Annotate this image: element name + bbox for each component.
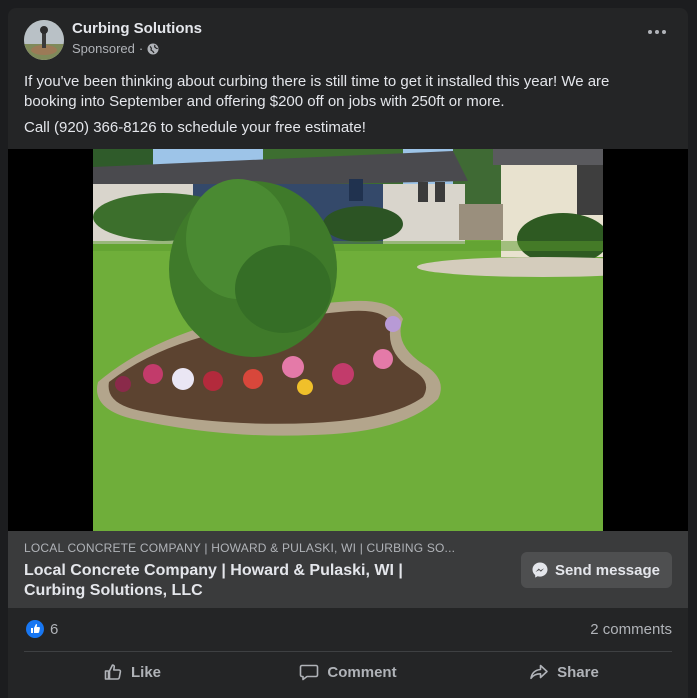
messenger-icon bbox=[531, 561, 549, 579]
post-header: Curbing Solutions Sponsored · bbox=[8, 8, 688, 70]
send-message-label: Send message bbox=[554, 561, 660, 579]
comment-button[interactable]: Comment bbox=[240, 653, 456, 691]
share-icon bbox=[529, 662, 549, 682]
link-title-line-1: Local Concrete Company | Howard & Pulask… bbox=[24, 562, 403, 579]
meta-separator: · bbox=[138, 41, 144, 56]
like-label: Like bbox=[130, 663, 161, 681]
ad-photo[interactable] bbox=[93, 149, 603, 531]
comments-count[interactable]: 2 comments bbox=[590, 621, 672, 638]
page-avatar[interactable] bbox=[24, 20, 64, 60]
page-name[interactable]: Curbing Solutions bbox=[72, 20, 202, 37]
share-button[interactable]: Share bbox=[456, 653, 672, 691]
post-card: Curbing Solutions Sponsored · If you've … bbox=[8, 8, 688, 698]
link-domain[interactable]: LOCAL CONCRETE COMPANY | HOWARD & PULASK… bbox=[24, 541, 455, 555]
link-title[interactable]: Local Concrete Company | Howard & Pulask… bbox=[24, 561, 464, 601]
comment-label: Comment bbox=[327, 663, 397, 681]
engagement-stats: 6 2 comments bbox=[8, 608, 688, 652]
post-media[interactable] bbox=[8, 149, 688, 531]
like-button[interactable]: Like bbox=[24, 653, 240, 691]
link-preview[interactable]: LOCAL CONCRETE COMPANY | HOWARD & PULASK… bbox=[8, 531, 688, 608]
send-message-button[interactable]: Send message bbox=[520, 552, 672, 588]
link-title-line-2: Curbing Solutions, LLC bbox=[24, 582, 203, 599]
globe-icon bbox=[147, 43, 159, 55]
like-count[interactable]: 6 bbox=[50, 621, 58, 638]
actions-divider bbox=[24, 651, 672, 652]
more-options-icon[interactable] bbox=[642, 22, 672, 42]
thumbs-up-icon bbox=[103, 662, 123, 682]
comment-icon bbox=[299, 662, 319, 682]
sponsored-label[interactable]: Sponsored bbox=[72, 41, 135, 56]
like-reaction-icon[interactable] bbox=[26, 620, 44, 638]
post-body-paragraph-1: If you've been thinking about curbing th… bbox=[24, 73, 610, 110]
post-actions: Like Comment Share bbox=[24, 653, 672, 691]
share-label: Share bbox=[557, 663, 599, 681]
post-text: If you've been thinking about curbing th… bbox=[24, 72, 664, 144]
post-meta: Sponsored · bbox=[72, 41, 159, 56]
post-body-paragraph-2: Call (920) 366-8126 to schedule your fre… bbox=[24, 119, 366, 136]
